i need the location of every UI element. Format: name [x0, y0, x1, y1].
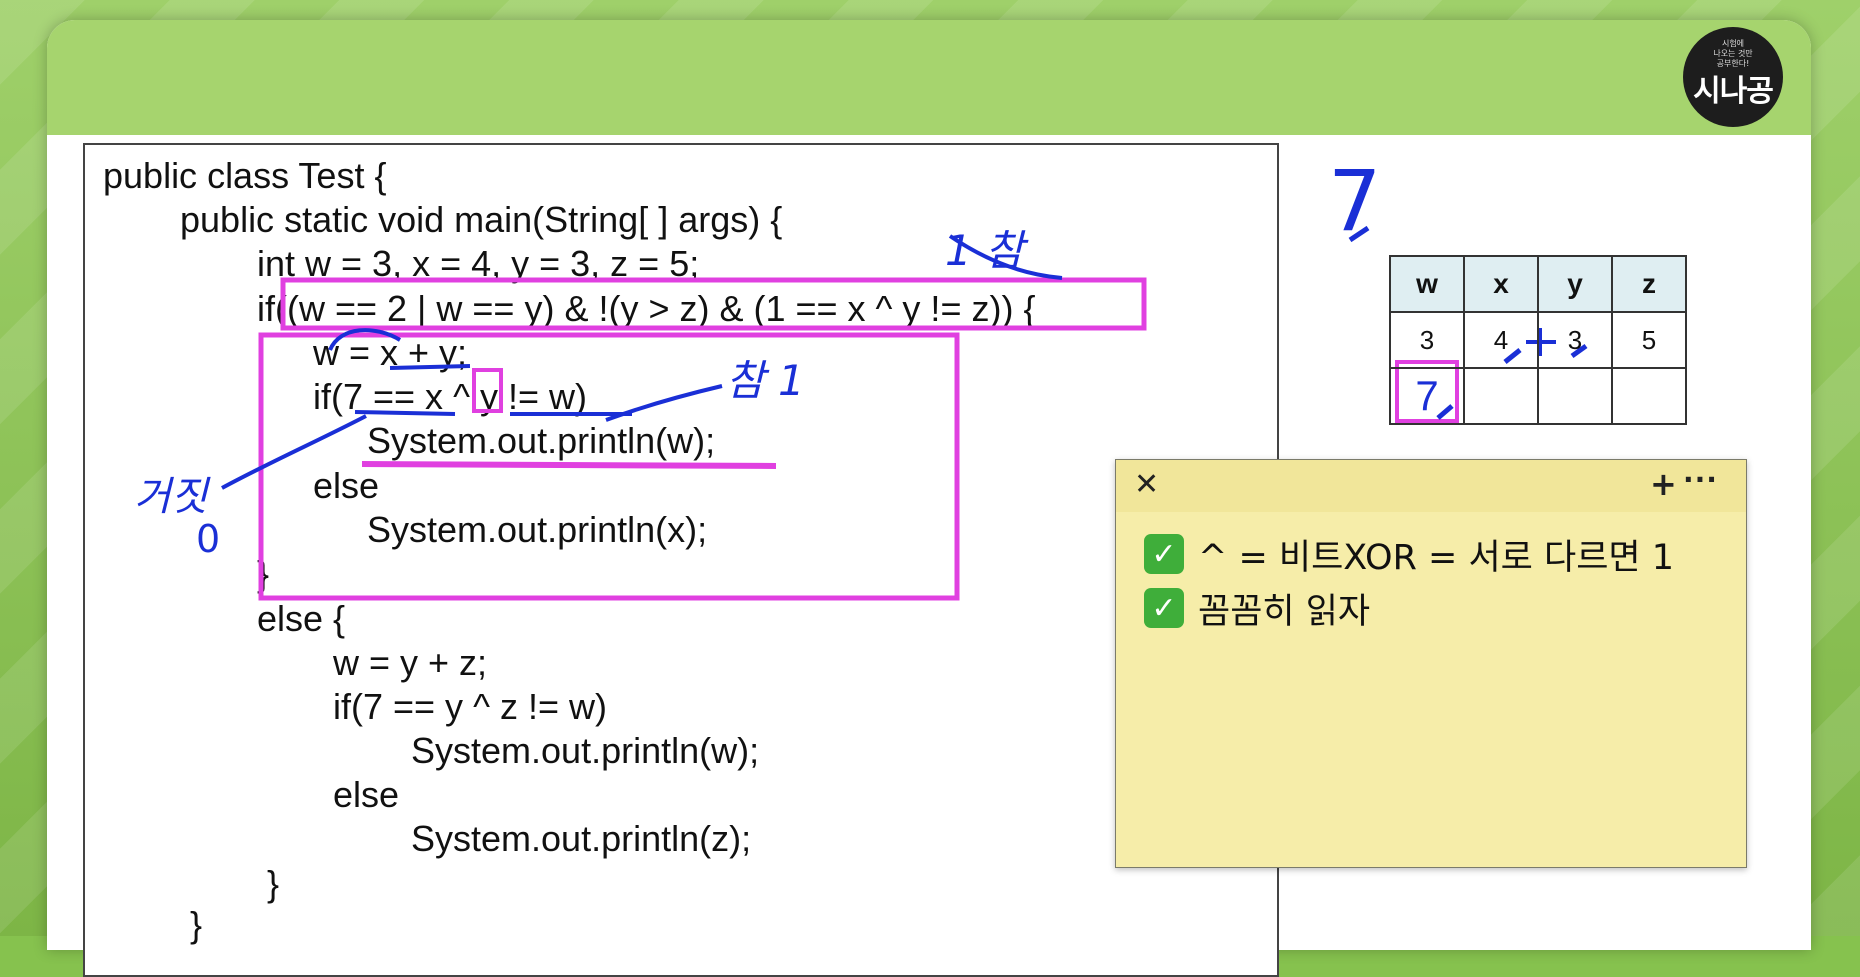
check-mark-icon: ✓ — [1144, 588, 1184, 628]
note-item[interactable]: ✓ ^ = 비트XOR = 서로 다르면 1 — [1144, 530, 1674, 578]
sinagong-logo: 시험에 나오는 것만 공부한다! 시나공 — [1683, 27, 1783, 127]
table-header-cell: y — [1537, 255, 1613, 313]
table-row: 7 — [1389, 367, 1687, 425]
code-line: if(7 == x ^ y != w) — [313, 376, 587, 417]
table-header-cell: z — [1611, 255, 1687, 313]
code-line: } — [257, 553, 270, 594]
check-mark-icon: ✓ — [1144, 534, 1184, 574]
code-line: System.out.println(w); — [367, 420, 716, 461]
code-line: System.out.println(x); — [367, 509, 708, 550]
code-line: w = y + z; — [333, 642, 488, 683]
code-line: System.out.println(z); — [411, 818, 752, 859]
slide-header — [47, 20, 1811, 135]
more-options-icon[interactable]: ··· — [1683, 464, 1718, 496]
code-line: int w = 3, x = 4, y = 3, z = 5; — [257, 243, 700, 284]
logo-title: 시나공 — [1693, 74, 1774, 109]
table-row: 3 4 3 5 — [1389, 311, 1687, 369]
table-header-row: w x y z — [1389, 255, 1687, 313]
note-item-text: ^ = 비트XOR = 서로 다르면 1 — [1198, 537, 1675, 578]
table-cell-handwritten: 7 — [1389, 367, 1465, 425]
variable-table: w x y z 3 4 3 5 7 — [1389, 255, 1687, 425]
table-cell — [1611, 367, 1687, 425]
note-item[interactable]: ✓ 꼼꼼히 읽자 — [1144, 584, 1370, 632]
close-icon[interactable]: ✕ — [1134, 470, 1159, 500]
add-note-icon[interactable]: + — [1650, 468, 1677, 500]
table-cell: 3 — [1537, 311, 1613, 369]
code-line: else — [313, 465, 380, 506]
note-item-text: 꼼꼼히 읽자 — [1198, 591, 1371, 632]
table-cell: 4 — [1463, 311, 1539, 369]
table-cell — [1537, 367, 1613, 425]
code-line: else — [333, 774, 400, 815]
code-line: else { — [257, 598, 346, 639]
logo-tagline: 시험에 나오는 것만 공부한다! — [1713, 39, 1753, 68]
code-line: public class Test { — [103, 155, 387, 196]
table-header-cell: w — [1389, 255, 1465, 313]
code-line: } — [190, 904, 203, 945]
table-cell: 5 — [1611, 311, 1687, 369]
code-line: public static void main(String[ ] args) … — [180, 199, 783, 240]
code-line: w = x + y; — [313, 332, 468, 373]
table-cell — [1463, 367, 1539, 425]
sticky-note-window: ✕ + ··· ✓ ^ = 비트XOR = 서로 다르면 1 ✓ 꼼꼼히 읽자 — [1115, 459, 1747, 868]
code-line: if((w == 2 | w == y) & !(y > z) & (1 == … — [257, 288, 1036, 329]
code-line: if(7 == y ^ z != w) — [333, 686, 607, 727]
code-line: System.out.println(w); — [411, 730, 760, 771]
code-line: } — [267, 863, 280, 904]
table-cell: 3 — [1389, 311, 1465, 369]
table-header-cell: x — [1463, 255, 1539, 313]
